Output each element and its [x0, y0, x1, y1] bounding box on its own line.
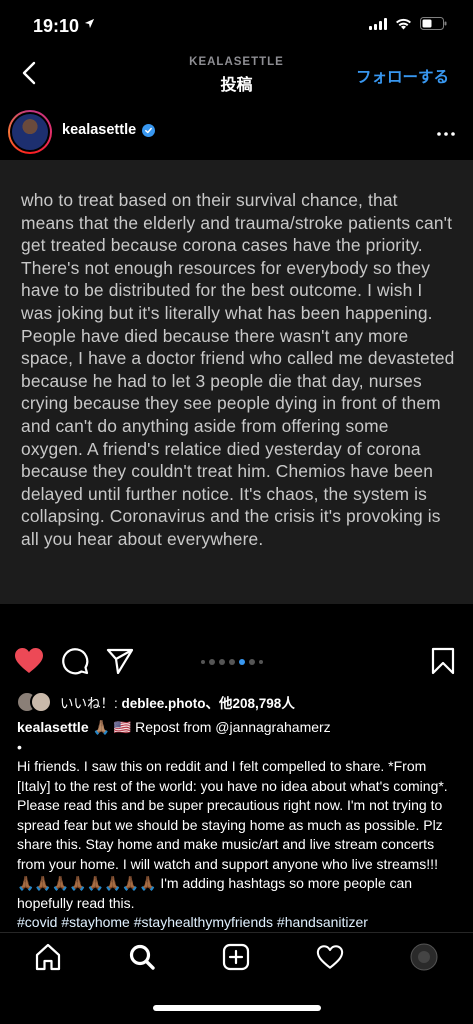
likes-text: いいね！: deblee.photo、他208,798人	[60, 692, 295, 712]
likes-row[interactable]: いいね！: deblee.photo、他208,798人	[16, 690, 295, 714]
carousel-indicator	[201, 659, 263, 665]
liker-avatar	[30, 691, 52, 713]
likes-count[interactable]: 、他208,798人	[206, 696, 295, 711]
caption-emoji: 🙏🏽 🇺🇸	[92, 719, 132, 735]
paper-plane-icon	[106, 648, 134, 679]
carousel-dot	[209, 659, 215, 665]
caption: kealasettle 🙏🏽 🇺🇸 Repost from @jannagrah…	[17, 718, 457, 933]
carousel-dot-active	[239, 659, 245, 665]
bookmark-icon	[431, 647, 455, 680]
profile-avatar-icon	[410, 943, 438, 976]
tab-new-post[interactable]	[220, 943, 252, 975]
status-indicators	[369, 17, 447, 35]
home-icon	[34, 943, 62, 976]
caption-bullet: •	[17, 738, 22, 755]
search-icon	[128, 943, 156, 976]
home-indicator	[153, 1005, 321, 1011]
follow-button[interactable]: フォローする	[356, 65, 449, 87]
post-image[interactable]: who to treat based on their survival cha…	[0, 160, 473, 604]
nav-bar: KEALASETTLE 投稿 フォローする	[0, 50, 473, 102]
story-ring[interactable]	[8, 110, 52, 154]
carousel-dot	[219, 659, 225, 665]
wifi-icon	[395, 17, 412, 35]
post-image-text: who to treat based on their survival cha…	[21, 190, 455, 549]
status-bar: 19:10	[0, 0, 473, 50]
post-username-row[interactable]: kealasettle	[62, 122, 156, 138]
liker-avatars	[16, 691, 54, 713]
caption-body: Hi friends. I saw this on reddit and I f…	[17, 758, 448, 911]
carousel-dot	[259, 660, 263, 664]
carousel-dot	[249, 659, 255, 665]
add-post-icon	[222, 943, 250, 976]
like-button[interactable]	[14, 648, 44, 678]
post-username: kealasettle	[62, 122, 137, 138]
status-time: 19:10	[33, 16, 80, 36]
location-arrow-icon	[84, 17, 95, 32]
post-header: kealasettle	[0, 104, 473, 160]
post-actions	[0, 640, 473, 688]
likes-user[interactable]: deblee.photo	[122, 696, 206, 711]
heart-filled-icon	[14, 647, 44, 679]
comment-button[interactable]	[60, 647, 90, 680]
caption-repost: Repost from @jannagrahamerz	[135, 719, 331, 735]
carousel-dot	[201, 660, 205, 664]
tab-search[interactable]	[126, 943, 158, 975]
more-options-button[interactable]	[437, 120, 455, 141]
share-button[interactable]	[105, 648, 135, 678]
caption-header: kealasettle 🙏🏽 🇺🇸 Repost from @jannagrah…	[17, 718, 457, 738]
save-button[interactable]	[428, 647, 458, 680]
caption-username[interactable]: kealasettle	[17, 719, 89, 735]
tab-activity[interactable]	[314, 943, 346, 975]
battery-icon	[420, 17, 447, 35]
more-horizontal-icon	[437, 120, 455, 140]
activity-heart-icon	[316, 944, 344, 975]
verified-badge-icon	[142, 123, 156, 137]
caption-hashtags[interactable]: #covid #stayhome #stayhealthymyfriends #…	[17, 913, 457, 933]
tab-home[interactable]	[32, 943, 64, 975]
tab-profile[interactable]	[408, 943, 440, 975]
likes-prefix: いいね！:	[60, 696, 122, 711]
avatar	[10, 112, 50, 152]
comment-icon	[61, 647, 89, 680]
cellular-signal-icon	[369, 17, 387, 35]
carousel-dot	[229, 659, 235, 665]
